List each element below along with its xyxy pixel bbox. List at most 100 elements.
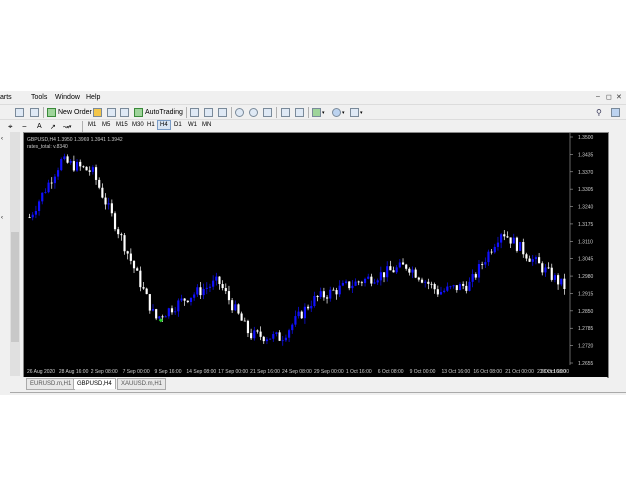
new-order-button[interactable]: New Order <box>47 107 92 118</box>
bull-candle <box>398 262 401 268</box>
bull-candle <box>69 161 72 163</box>
price-tick-label: 1.3500 <box>578 135 594 141</box>
candlestick-button[interactable] <box>204 107 213 118</box>
close-icon[interactable]: ✕ <box>616 93 622 101</box>
tf-d1[interactable]: D1 <box>172 121 184 129</box>
bear-candle <box>322 291 325 298</box>
collapse-icon[interactable]: ‹ <box>1 215 3 221</box>
bear-candle <box>117 229 120 235</box>
new-chart-button[interactable] <box>15 107 24 118</box>
menu-tools[interactable]: Tools <box>31 94 47 101</box>
tile-windows-button[interactable] <box>263 107 272 118</box>
expand-icon[interactable]: ‹ <box>1 136 3 142</box>
tf-m30[interactable]: M30 <box>130 121 146 129</box>
bar-chart-icon <box>190 108 199 117</box>
bear-candle <box>82 166 85 168</box>
bear-candle <box>101 187 104 198</box>
tf-w1[interactable]: W1 <box>186 121 199 129</box>
arrows-button[interactable]: ↝ ▾ <box>63 121 71 132</box>
bull-candle <box>471 274 474 282</box>
text-tool-label: A <box>37 123 42 130</box>
indicator-label: rates_total: v.8340 <box>27 144 68 150</box>
chart-window[interactable]: GBPUSD,H4 1.3950 1.3969 1.3941 1.3942 ra… <box>23 132 609 378</box>
bear-candle <box>199 287 202 296</box>
chart-shift-button[interactable] <box>295 107 304 118</box>
bull-candle <box>158 316 161 319</box>
tab-eurusd[interactable]: EURUSD.m,H1 <box>26 378 76 390</box>
tab-xauusd[interactable]: XAUUSD.m,H1 <box>117 378 167 390</box>
zoom-in-button[interactable] <box>235 107 244 118</box>
bear-candle <box>325 297 329 299</box>
price-chart[interactable]: GBPUSD,H4 1.3950 1.3969 1.3941 1.3942 ra… <box>24 133 608 377</box>
bull-candle <box>386 266 389 278</box>
profiles-icon <box>30 108 39 117</box>
panel-scrollbar[interactable] <box>10 132 20 376</box>
bull-candle <box>446 286 449 291</box>
time-tick-label: 16 Oct 08:00 <box>473 369 502 375</box>
bear-candle <box>98 179 101 188</box>
horizontal-line-icon: − <box>22 122 27 131</box>
time-tick-label: 7 Sep 00:00 <box>123 369 150 375</box>
price-tick-label: 1.3370 <box>578 170 594 176</box>
hline-button[interactable]: − <box>22 121 27 132</box>
line-chart-button[interactable] <box>218 107 227 118</box>
bull-candle <box>180 298 183 301</box>
bear-candle <box>221 284 224 289</box>
bull-candle <box>443 290 446 292</box>
bear-candle <box>104 197 107 205</box>
trendline-button[interactable]: ↗ <box>50 121 56 132</box>
bull-candle <box>164 316 167 318</box>
tf-m1[interactable]: M1 <box>86 121 98 129</box>
minimize-icon[interactable]: – <box>596 93 600 100</box>
search-button[interactable]: ⚲ <box>596 107 602 118</box>
bear-candle <box>455 285 458 291</box>
bull-candle <box>53 176 56 184</box>
bear-candle <box>246 320 250 334</box>
panel-scroll-thumb[interactable] <box>11 232 19 342</box>
menu-window[interactable]: Window <box>55 94 80 101</box>
restore-icon[interactable]: ◻ <box>606 93 612 101</box>
tf-m5[interactable]: M5 <box>100 121 112 129</box>
menu-help[interactable]: Help <box>86 94 100 101</box>
bear-candle <box>132 260 136 269</box>
bear-candle <box>142 287 145 289</box>
autoscroll-button[interactable] <box>281 107 290 118</box>
crosshair-button[interactable]: ⌖ <box>8 121 13 132</box>
bull-candle <box>253 330 256 339</box>
tab-gbpusd[interactable]: GBPUSD,H4 <box>73 378 116 389</box>
market-watch-button[interactable] <box>93 107 102 118</box>
bear-candle <box>262 336 265 342</box>
bull-candle <box>452 285 455 287</box>
bar-chart-button[interactable] <box>190 107 199 118</box>
bear-candle <box>28 217 31 219</box>
profiles-button[interactable] <box>30 107 39 118</box>
bear-candle <box>113 213 117 230</box>
terminal-button[interactable] <box>120 107 129 118</box>
bull-candle <box>47 182 50 193</box>
zoom-out-button[interactable] <box>249 107 258 118</box>
periods-button[interactable]: ▾ <box>332 107 345 118</box>
bull-candle <box>212 280 215 287</box>
bear-candle <box>243 320 246 322</box>
terminal-window: arts Tools Window Help – ◻ ✕ New Order A… <box>0 91 626 395</box>
bear-candle <box>490 251 493 253</box>
text-tool-button[interactable]: A <box>37 121 42 132</box>
tf-m15[interactable]: M15 <box>114 121 130 129</box>
bear-candle <box>227 291 231 301</box>
time-tick-label: 24 Sep 08:00 <box>282 369 312 375</box>
help-button[interactable] <box>611 107 620 118</box>
autotrading-button[interactable]: AutoTrading <box>134 107 183 118</box>
price-tick-label: 1.3110 <box>578 239 593 245</box>
indicators-button[interactable]: ▾ <box>312 107 325 118</box>
templates-button[interactable]: ▾ <box>350 107 363 118</box>
bear-candle <box>382 272 386 278</box>
tf-h1[interactable]: H1 <box>145 121 157 129</box>
bear-candle <box>515 237 519 251</box>
chevron-down-icon: ▾ <box>360 109 363 116</box>
menu-charts[interactable]: arts <box>0 94 12 101</box>
standard-toolbar: New Order AutoTrading ▾ ▾ ▾ ⚲ <box>0 104 626 120</box>
tf-mn[interactable]: MN <box>200 121 213 129</box>
navigator-button[interactable] <box>107 107 116 118</box>
bear-candle <box>370 276 373 284</box>
tf-h4[interactable]: H4 <box>157 120 171 130</box>
